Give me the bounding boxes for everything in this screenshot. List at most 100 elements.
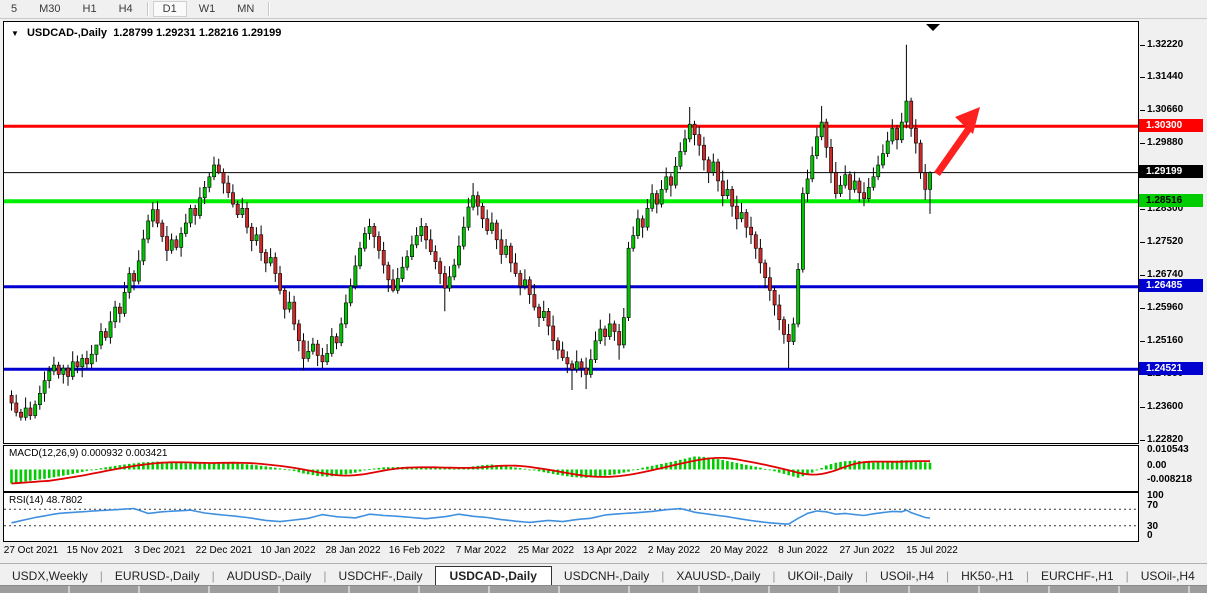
macd-indicator-pane[interactable]: MACD(12,26,9) 0.000932 0.003421 <box>3 445 1139 492</box>
candle <box>62 368 65 374</box>
timeframe-button-m5[interactable]: 5 <box>1 1 27 17</box>
price-badge-1.24521: 1.24521 <box>1139 362 1203 375</box>
tab-eurchf-h1[interactable]: EURCHF-,H1 <box>1029 566 1126 586</box>
candle <box>293 302 296 324</box>
rsi-chart-canvas[interactable] <box>4 493 1138 541</box>
candlestick-chart-canvas[interactable] <box>4 22 1138 443</box>
candle <box>707 160 710 173</box>
candle <box>43 381 46 394</box>
chevron-down-icon[interactable]: ▼ <box>11 29 19 38</box>
candle <box>731 189 734 206</box>
candle <box>95 345 98 354</box>
candle <box>104 332 107 338</box>
timeframe-button-h4[interactable]: H4 <box>109 1 143 17</box>
candle <box>184 223 187 234</box>
candle <box>425 226 428 240</box>
trading-app-window: 5 M30 H1 H4 D1 W1 MN ▼ USDCAD-,Daily 1.2… <box>0 0 1207 593</box>
candle <box>19 412 22 417</box>
tab-usdcad-daily[interactable]: USDCAD-,Daily <box>435 566 552 586</box>
candle <box>622 318 625 345</box>
scroll-position-marker-icon[interactable] <box>926 24 940 31</box>
timeframe-button-h1[interactable]: H1 <box>73 1 107 17</box>
tab-usoil-h4[interactable]: USOil-,H4 <box>868 566 946 586</box>
candle <box>307 351 310 358</box>
candle <box>382 250 385 265</box>
candle <box>528 280 531 295</box>
candle <box>472 196 475 207</box>
timeframe-button-m30[interactable]: M30 <box>29 1 70 17</box>
chart-ohlc-values: 1.28799 1.29231 1.28216 1.29199 <box>113 27 281 39</box>
tab-ukoil-daily[interactable]: UKOil-,Daily <box>776 566 865 586</box>
date-axis: 27 Oct 202115 Nov 20213 Dec 202122 Dec 2… <box>3 542 1137 562</box>
candle <box>194 208 197 215</box>
tab-usdchf-daily[interactable]: USDCHF-,Daily <box>327 566 435 586</box>
candle <box>250 227 253 241</box>
macd-chart-canvas[interactable] <box>4 446 1138 491</box>
tab-eurusd-daily[interactable]: EURUSD-,Daily <box>103 566 212 586</box>
tab-audusd-daily[interactable]: AUDUSD-,Daily <box>215 566 324 586</box>
tab-xauusd-daily[interactable]: XAUUSD-,Daily <box>664 566 772 586</box>
candle <box>29 408 32 416</box>
candle <box>274 258 277 274</box>
price-badge-1.28516: 1.28516 <box>1139 194 1203 207</box>
candle <box>580 362 583 368</box>
trend-arrow-annotation[interactable] <box>937 107 980 174</box>
price-tick: 1.30660 <box>1147 104 1183 116</box>
timeframe-button-mn[interactable]: MN <box>227 1 264 17</box>
timeframe-button-d1[interactable]: D1 <box>153 1 187 17</box>
tab-hk50-h1[interactable]: HK50-,H1 <box>949 566 1026 586</box>
candle <box>462 227 465 246</box>
candle <box>448 277 451 288</box>
candle <box>180 234 183 248</box>
candle <box>797 269 800 324</box>
main-chart-pane[interactable]: ▼ USDCAD-,Daily 1.28799 1.29231 1.28216 … <box>3 21 1139 444</box>
price-badge-1.29199: 1.29199 <box>1139 165 1203 178</box>
tab-usdx-weekly[interactable]: USDX,Weekly <box>0 566 100 586</box>
timeframe-button-w1[interactable]: W1 <box>189 1 226 17</box>
candle <box>505 246 508 254</box>
candle <box>213 165 216 177</box>
candle <box>702 145 705 160</box>
candle <box>919 143 922 172</box>
candle <box>509 246 512 263</box>
candle <box>453 265 456 277</box>
date-label: 8 Jun 2022 <box>778 545 828 556</box>
candle <box>231 193 234 204</box>
candle <box>10 395 13 403</box>
candle <box>839 185 842 193</box>
candle <box>302 341 305 359</box>
candle <box>109 322 112 338</box>
candle <box>401 267 404 278</box>
tab-usdcnh-daily[interactable]: USDCNH-,Daily <box>552 566 661 586</box>
candle <box>227 183 230 193</box>
candle <box>297 324 300 341</box>
candle <box>877 165 880 177</box>
rsi-indicator-pane[interactable]: RSI(14) 48.7802 <box>3 492 1139 542</box>
candle <box>726 189 729 195</box>
candle <box>571 364 574 370</box>
candle <box>288 302 291 309</box>
chart-tab-bar: USDX,Weekly|EURUSD-,Daily|AUDUSD-,Daily|… <box>0 563 1207 586</box>
candle <box>311 344 314 351</box>
rsi-line <box>12 509 931 525</box>
candle <box>264 253 267 264</box>
candle <box>745 213 748 228</box>
candle <box>236 204 239 215</box>
candle <box>467 207 470 227</box>
candle <box>905 101 908 122</box>
candle <box>750 227 753 235</box>
candle <box>674 166 677 185</box>
candle <box>914 128 917 143</box>
candle <box>38 393 41 404</box>
candle <box>896 128 899 139</box>
candle <box>48 371 51 381</box>
candle <box>910 101 913 128</box>
macd-signal-line <box>12 458 931 484</box>
candle <box>85 358 88 364</box>
candle <box>443 274 446 289</box>
tab-usoil-h4[interactable]: USOil-,H4 <box>1129 566 1207 586</box>
candle <box>768 278 771 291</box>
price-tick: 1.25160 <box>1147 335 1183 347</box>
chart-title: ▼ USDCAD-,Daily 1.28799 1.29231 1.28216 … <box>11 27 281 39</box>
candle <box>241 208 244 214</box>
